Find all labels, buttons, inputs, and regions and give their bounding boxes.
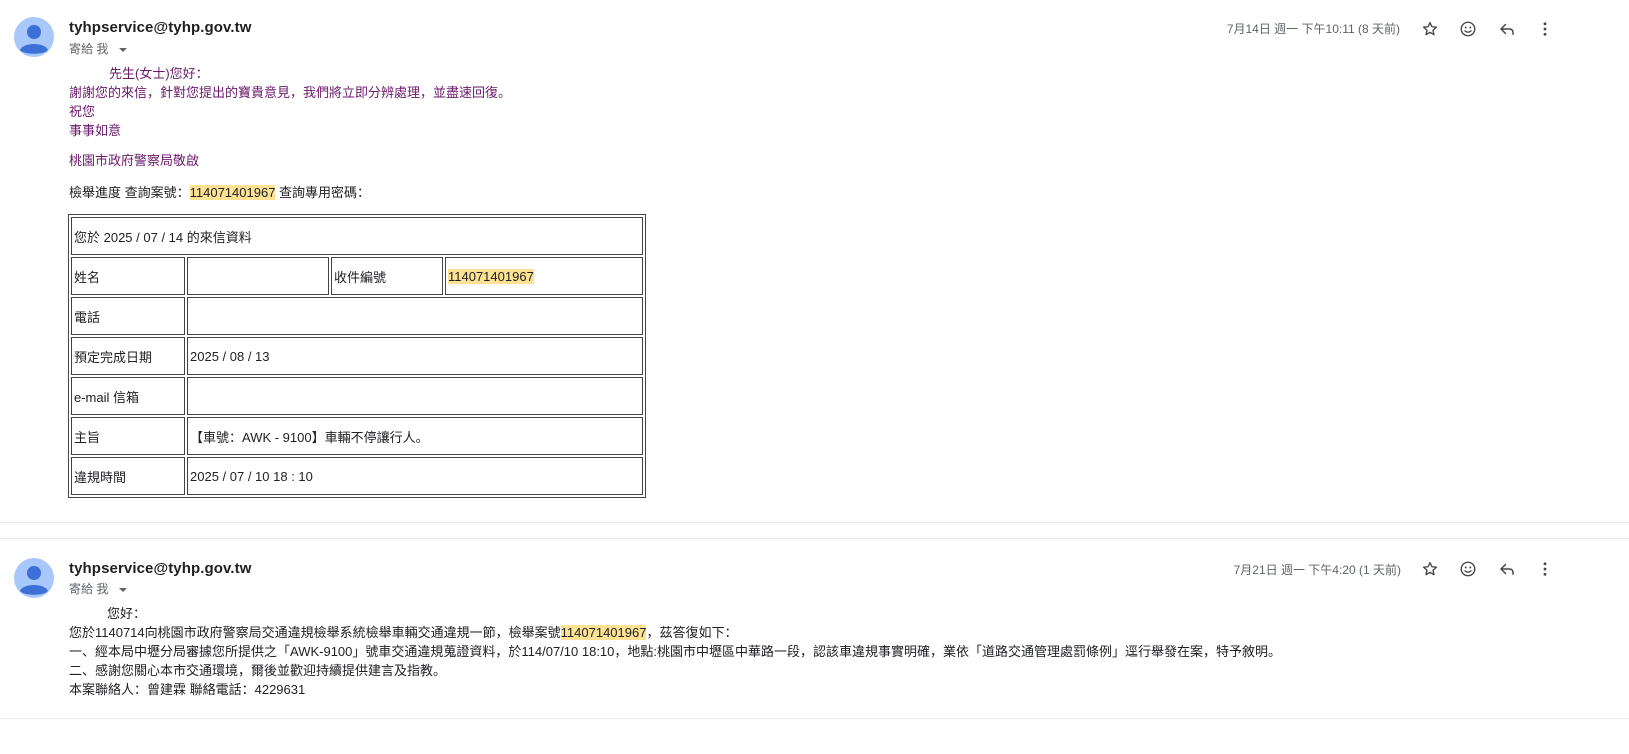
sender-email[interactable]: tyhpservice@tyhp.gov.tw — [69, 19, 252, 36]
signoff: 桃園市政府警察局敬啟 — [69, 153, 200, 168]
add-reaction-button[interactable] — [1456, 557, 1480, 581]
email-value — [187, 377, 643, 415]
reply-button[interactable] — [1495, 557, 1519, 581]
body-line-3: 事事如意 — [69, 123, 122, 138]
message-divider — [0, 718, 1629, 719]
email-label: e-mail 信箱 — [71, 377, 185, 415]
violation-time-value: 2025 / 07 / 10 18 : 10 — [187, 457, 643, 495]
body-line-2: 祝您 — [69, 104, 96, 119]
more-vert-icon — [1543, 562, 1547, 576]
subject-label: 主旨 — [71, 417, 185, 455]
reply-icon — [1500, 23, 1514, 35]
phone-value — [187, 297, 643, 335]
message-date: 7月21日 週一 下午4:20 (1 天前) — [1233, 563, 1401, 577]
star-icon — [1422, 561, 1438, 576]
receipt-value-cell: 114071401967 — [445, 257, 643, 295]
emoji-icon — [1460, 561, 1476, 577]
message-divider — [0, 522, 1629, 523]
message-divider — [0, 538, 1629, 539]
receipt-label: 收件編號 — [331, 257, 443, 295]
greeting: 您好： — [107, 606, 147, 621]
query-line: 檢舉進度 查詢案號：114071401967 查詢專用密碼： — [69, 183, 370, 202]
avatar-icon[interactable] — [14, 17, 54, 57]
subject-value: 【車號：AWK - 9100】車輛不停讓行人。 — [187, 417, 643, 455]
star-icon — [1422, 21, 1438, 36]
body-line-3: 二、感謝您關心本市交通環境，爾後並歡迎持續提供建言及指教。 — [69, 663, 447, 678]
star-button[interactable] — [1418, 557, 1442, 581]
case-info-table: 您於 2025 / 07 / 14 的來信資料 姓名 收件編號 11407140… — [68, 214, 646, 498]
emoji-icon — [1460, 21, 1476, 37]
recipient-details-toggle[interactable]: 寄給 我 — [69, 40, 128, 57]
message-body: 先生(女士)您好： 謝謝您的來信，針對您提出的寶貴意見，我們將立即分辨處理，並盡… — [69, 64, 511, 140]
due-date-label: 預定完成日期 — [71, 337, 185, 375]
name-value — [187, 257, 329, 295]
star-button[interactable] — [1418, 17, 1442, 41]
due-date-value: 2025 / 08 / 13 — [187, 337, 643, 375]
body-line-1: 您於1140714向桃園市政府警察局交通違規檢舉系統檢舉車輛交通違規一節，檢舉案… — [69, 623, 1281, 642]
recipient-details-toggle[interactable]: 寄給 我 — [69, 580, 128, 597]
message-body: 您好： 您於1140714向桃園市政府警察局交通違規檢舉系統檢舉車輛交通違規一節… — [69, 604, 1281, 699]
sender-email[interactable]: tyhpservice@tyhp.gov.tw — [69, 560, 252, 577]
more-vert-icon — [1543, 22, 1547, 36]
name-label: 姓名 — [71, 257, 185, 295]
message-date: 7月14日 週一 下午10:11 (8 天前) — [1226, 22, 1400, 36]
recipient-label: 寄給 我 — [69, 582, 109, 596]
greeting: 先生(女士)您好： — [109, 66, 209, 81]
phone-label: 電話 — [71, 297, 185, 335]
case-number-highlight: 114071401967 — [560, 625, 647, 640]
line1-suffix: ，茲答復如下： — [646, 625, 738, 640]
table-header-cell: 您於 2025 / 07 / 14 的來信資料 — [71, 217, 643, 255]
query-prefix: 檢舉進度 查詢案號： — [69, 185, 190, 200]
body-line-1: 謝謝您的來信，針對您提出的寶貴意見，我們將立即分辨處理，並盡速回復。 — [69, 85, 512, 100]
body-line-2: 一、經本局中壢分局審據您所提供之「AWK-9100」號車交通違規蒐證資料，於11… — [69, 644, 1282, 659]
reply-icon — [1500, 563, 1514, 575]
caret-down-icon — [118, 47, 127, 52]
add-reaction-button[interactable] — [1456, 17, 1480, 41]
case-number-highlight: 114071401967 — [189, 185, 276, 200]
reply-button[interactable] — [1495, 17, 1519, 41]
body-line-4: 本案聯絡人：曾建霖 聯絡電話：4229631 — [69, 682, 306, 697]
receipt-number-highlight: 114071401967 — [448, 268, 534, 284]
line1-prefix: 您於1140714向桃園市政府警察局交通違規檢舉系統檢舉車輛交通違規一節，檢舉案… — [69, 625, 561, 640]
query-suffix: 查詢專用密碼： — [275, 185, 371, 200]
violation-time-label: 違規時間 — [71, 457, 185, 495]
more-options-button[interactable] — [1533, 17, 1557, 41]
caret-down-icon — [118, 587, 127, 592]
more-options-button[interactable] — [1533, 557, 1557, 581]
recipient-label: 寄給 我 — [69, 42, 109, 56]
avatar-icon[interactable] — [14, 558, 54, 598]
